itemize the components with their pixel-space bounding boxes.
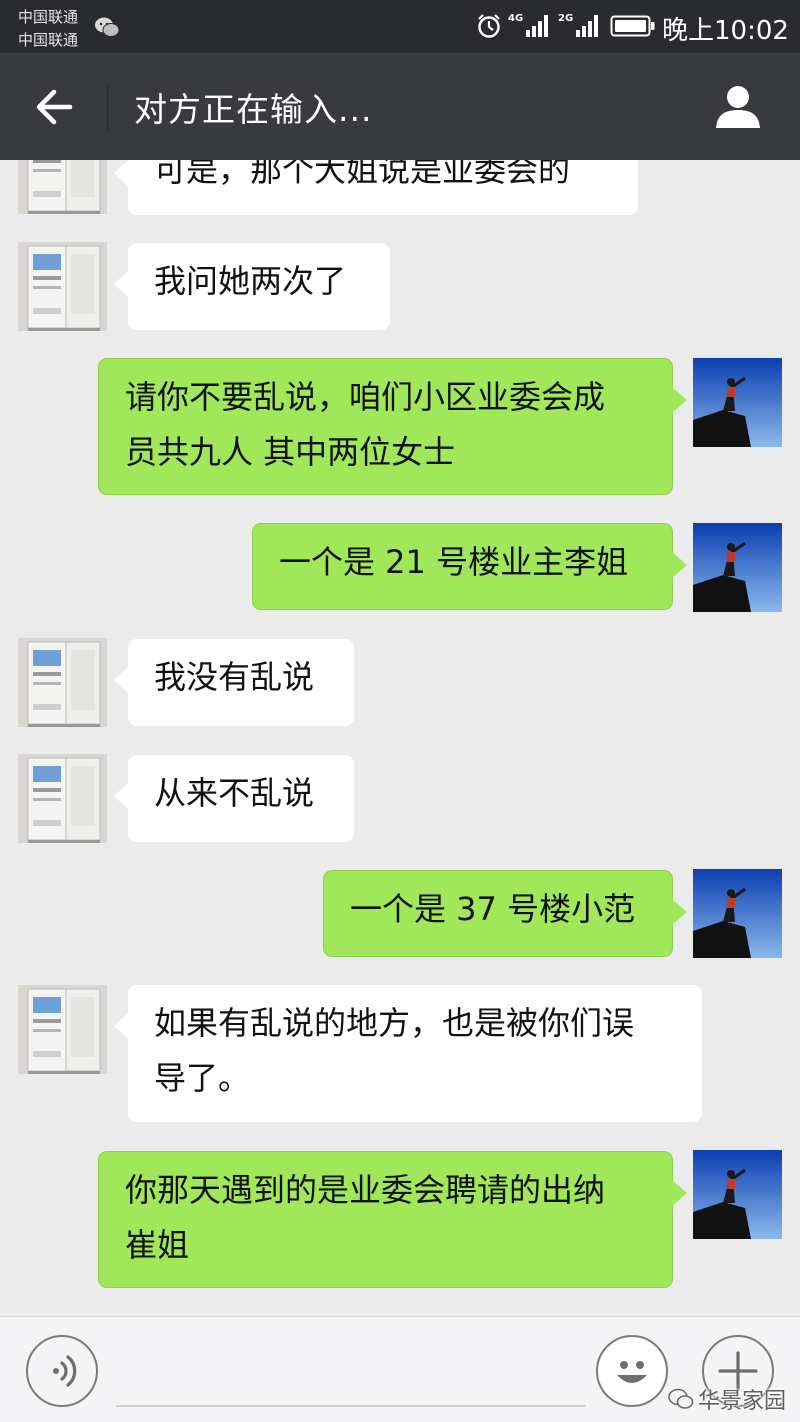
message-bubble-outgoing[interactable]: 一个是 21 号楼业主李姐: [252, 523, 687, 610]
nav-bar: 对方正在输入...: [0, 53, 800, 160]
emoji-button[interactable]: [596, 1335, 668, 1407]
chat-title: 对方正在输入...: [134, 90, 373, 129]
message-text: 一个是 37 号楼小范: [350, 890, 636, 928]
network-type-label: 2G: [558, 13, 574, 24]
message-bubble-outgoing[interactable]: 一个是 37 号楼小范: [323, 870, 687, 957]
message-bubble-outgoing[interactable]: 你那天遇到的是业委会聘请的出纳 崔姐: [98, 1151, 687, 1288]
signal-icon: 2G: [558, 13, 602, 39]
wechat-icon: [95, 17, 120, 37]
message-bubble-outgoing[interactable]: 请你不要乱说，咱们小区业委会成 员共九人 其中两位女士: [98, 358, 687, 495]
network-type-label: 4G: [508, 13, 524, 24]
alarm-icon: [478, 14, 500, 38]
nav-divider: [107, 83, 108, 131]
chat-info-button[interactable]: [708, 79, 768, 135]
voice-button[interactable]: [26, 1335, 98, 1407]
wechat-icon: [668, 1388, 694, 1409]
message-text: 一个是 21 号楼业主李姐: [279, 543, 629, 581]
clock: 晚上10:02: [662, 16, 789, 46]
back-arrow-icon: [36, 89, 73, 125]
carrier-label: 中国联通: [18, 31, 79, 49]
message-input[interactable]: [116, 1405, 586, 1407]
my-avatar[interactable]: [693, 523, 782, 612]
watermark: 华景家园: [668, 1383, 786, 1415]
person-icon: [716, 86, 760, 128]
contact-avatar[interactable]: [18, 638, 107, 727]
message-bubble-incoming[interactable]: 我没有乱说: [114, 639, 354, 726]
contact-avatar[interactable]: [18, 985, 107, 1074]
chat-area[interactable]: 可是，那个大姐说是业委会的 我问她两次了 请你不要乱说，咱们小区业委会成 员共九…: [0, 160, 800, 1316]
message-text: 请你不要乱说，咱们小区业委会成: [125, 378, 606, 416]
back-button[interactable]: [28, 81, 80, 133]
signal-icon: 4G: [508, 13, 552, 39]
voice-icon: [53, 1355, 77, 1387]
input-bar: 华景家园: [0, 1316, 800, 1422]
my-avatar[interactable]: [693, 869, 782, 958]
contact-avatar[interactable]: [18, 242, 107, 331]
message-bubble-incoming[interactable]: 可是，那个大姐说是业委会的: [114, 160, 638, 215]
emoji-icon: [617, 1361, 647, 1383]
message-text: 我问她两次了: [154, 262, 347, 300]
message-text: 员共九人 其中两位女士: [125, 433, 456, 471]
contact-avatar[interactable]: [18, 160, 107, 214]
message-text: 我没有乱说: [154, 658, 315, 696]
my-avatar[interactable]: [693, 1150, 782, 1239]
message-text: 崔姐: [125, 1226, 190, 1264]
contact-avatar[interactable]: [18, 754, 107, 843]
my-avatar[interactable]: [693, 358, 782, 447]
message-text: 导了。: [154, 1059, 251, 1097]
carrier-label: 中国联通: [18, 8, 79, 26]
message-text: 从来不乱说: [154, 774, 315, 812]
battery-icon: [610, 15, 655, 37]
message-text: 可是，那个大姐说是业委会的: [154, 160, 571, 189]
watermark-text: 华景家园: [698, 1389, 787, 1414]
message-bubble-incoming[interactable]: 如果有乱说的地方，也是被你们误 导了。: [114, 985, 702, 1122]
message-text: 你那天遇到的是业委会聘请的出纳: [125, 1171, 606, 1209]
status-bar: 中国联通 中国联通 4G 2G 晚上10:02: [0, 0, 800, 53]
message-bubble-incoming[interactable]: 从来不乱说: [114, 755, 354, 842]
message-bubble-incoming[interactable]: 我问她两次了: [114, 243, 390, 330]
message-text: 如果有乱说的地方，也是被你们误: [154, 1004, 635, 1042]
